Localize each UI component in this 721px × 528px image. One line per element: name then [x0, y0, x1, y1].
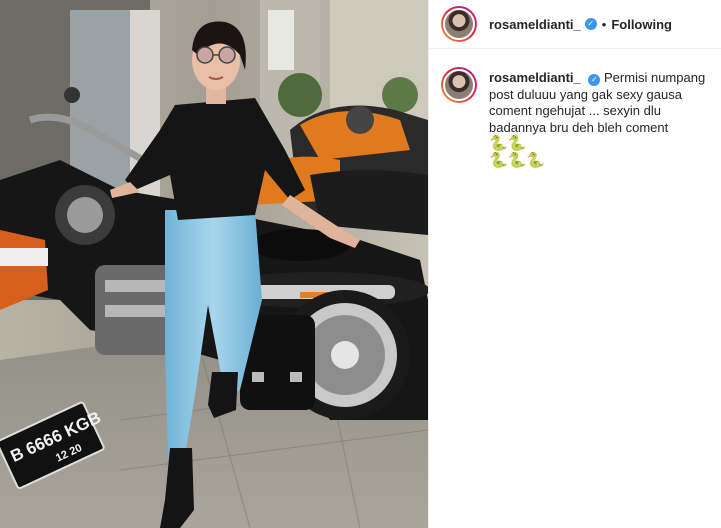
post-photo[interactable]: B 6666 KGB 12 20 — [0, 0, 428, 528]
caption-verified-badge-icon: ✓ — [588, 74, 601, 86]
snake-emoji-icon: 🐍🐍🐍 — [489, 151, 546, 169]
snake-emoji-icon: 🐍🐍 — [489, 135, 527, 152]
motorcycle-photo: B 6666 KGB 12 20 — [0, 0, 428, 528]
instagram-post: B 6666 KGB 12 20 rosameldianti_ ✓ • Foll… — [0, 0, 721, 528]
caption-username[interactable]: rosameldianti_ — [489, 70, 581, 85]
caption-avatar-ring[interactable] — [441, 67, 477, 103]
post-sidebar: rosameldianti_ ✓ • Following rosameldian… — [428, 0, 721, 528]
post-header: rosameldianti_ ✓ • Following — [429, 0, 721, 49]
caption-avatar[interactable] — [443, 69, 475, 101]
header-separator: • — [601, 16, 607, 32]
post-caption: rosameldianti_ ✓ Permisi numpang post du… — [429, 49, 721, 169]
following-button[interactable]: Following — [611, 17, 672, 32]
caption-text: rosameldianti_ ✓ Permisi numpang post du… — [489, 70, 709, 169]
verified-badge-icon: ✓ — [584, 18, 597, 30]
avatar[interactable] — [443, 8, 475, 40]
header-username[interactable]: rosameldianti_ — [489, 17, 581, 32]
avatar-story-ring[interactable] — [441, 6, 477, 42]
